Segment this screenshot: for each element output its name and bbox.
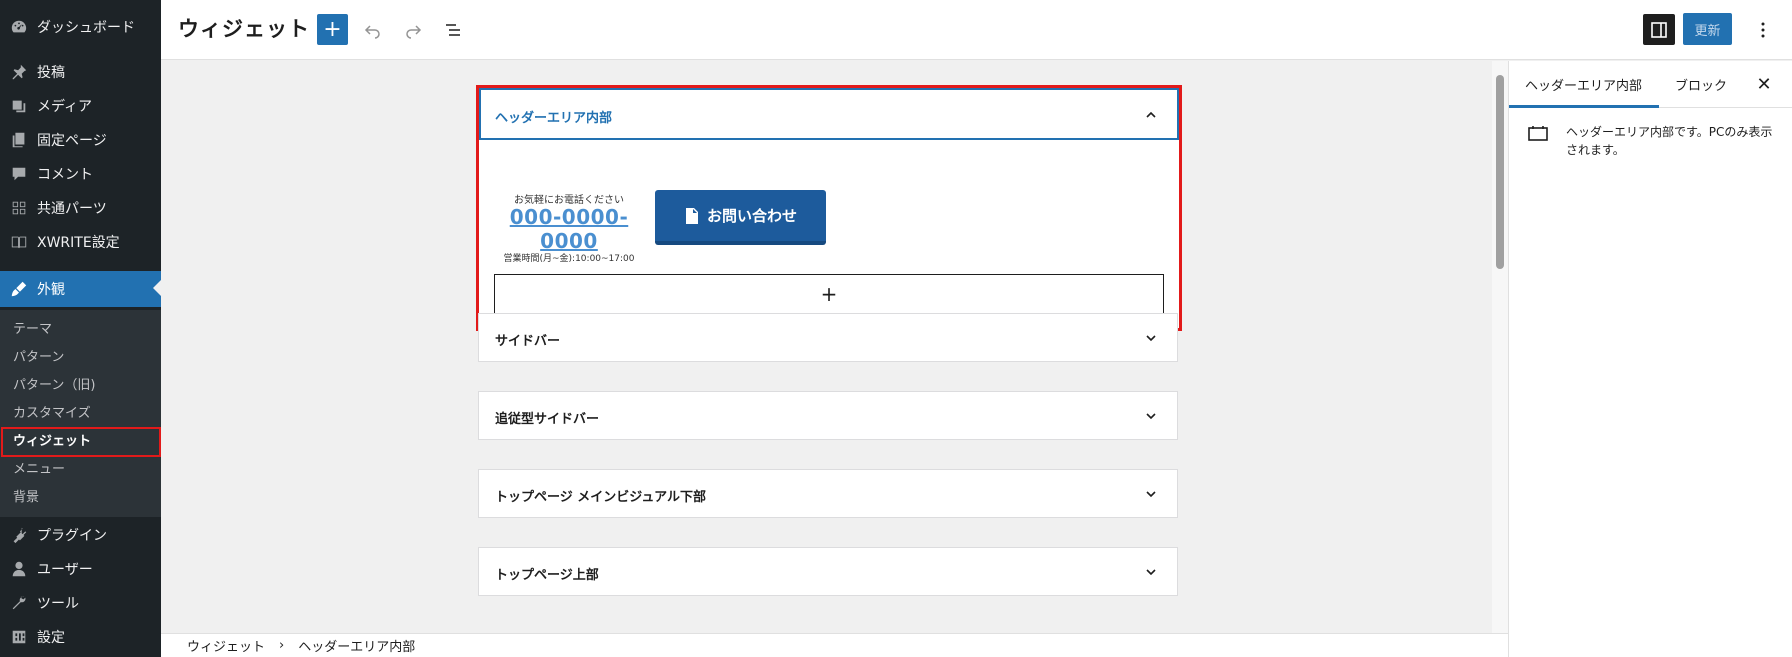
- submenu-patterns-legacy[interactable]: パターン（旧): [13, 372, 95, 394]
- menu-xwrite[interactable]: XWRITE設定: [0, 225, 161, 259]
- settings-panel-toggle[interactable]: [1643, 14, 1675, 45]
- chevron-up-icon: [1146, 111, 1156, 118]
- widget-area-sticky-sidebar[interactable]: 追従型サイドバー: [478, 391, 1178, 440]
- menu-dashboard[interactable]: ダッシュボード: [0, 10, 161, 44]
- submenu-patterns[interactable]: パターン: [13, 344, 64, 366]
- page-icon: [9, 130, 29, 150]
- settings-panel: ヘッダーエリア内部 ブロック ✕ ヘッダーエリア内部です。PCのみ表示されます。: [1508, 61, 1792, 657]
- menu-tools[interactable]: ツール: [0, 586, 161, 620]
- book-icon: [9, 232, 29, 252]
- tab-block[interactable]: ブロック: [1675, 61, 1727, 108]
- vertical-ellipsis-icon: [1761, 22, 1765, 37]
- widget-area-title: トップページ メインビジュアル下部: [495, 490, 706, 505]
- menu-label: ツール: [37, 596, 79, 612]
- menu-label: 投稿: [37, 65, 65, 81]
- submenu-menus[interactable]: メニュー: [13, 456, 65, 478]
- wrench-icon: [9, 593, 29, 613]
- panel-tabs: ヘッダーエリア内部 ブロック ✕: [1509, 61, 1792, 108]
- chevron-down-icon: [1146, 335, 1156, 342]
- chevron-down-icon: [1146, 491, 1156, 498]
- breadcrumb-widgets[interactable]: ウィジェット: [187, 636, 265, 655]
- add-block-button[interactable]: +: [317, 14, 348, 45]
- menu-label: ダッシュボード: [37, 20, 135, 36]
- menu-label: XWRITE設定: [37, 235, 120, 251]
- sidebar-panel-icon: [1651, 21, 1667, 38]
- contact-button-label: お問い合わせ: [706, 207, 797, 225]
- undo-button[interactable]: [357, 14, 388, 45]
- admin-sidebar: ダッシュボード 投稿 メディア 固定ページ コメント 共通パーツ XWRITE設…: [0, 0, 161, 657]
- widget-area-title: 追従型サイドバー: [495, 412, 600, 427]
- menu-media[interactable]: メディア: [0, 89, 161, 123]
- document-icon: [685, 207, 698, 224]
- menu-appearance[interactable]: 外観: [0, 271, 161, 307]
- editor-header: ウィジェット + 更新: [161, 0, 1792, 60]
- menu-common-parts[interactable]: 共通パーツ: [0, 191, 161, 225]
- menu-label: 設定: [37, 630, 65, 646]
- menu-pages[interactable]: 固定ページ: [0, 123, 161, 157]
- media-icon: [9, 96, 29, 116]
- submenu-background[interactable]: 背景: [13, 484, 39, 506]
- phone-number-link[interactable]: 000-0000-0000: [493, 205, 645, 253]
- update-button[interactable]: 更新: [1683, 13, 1732, 45]
- phone-widget: お気軽にお電話ください 000-0000-0000 営業時間(月~金):10:0…: [493, 191, 645, 264]
- widget-area-description: ヘッダーエリア内部です。PCのみ表示されます。: [1566, 125, 1773, 157]
- breadcrumb-separator: ›: [279, 638, 285, 653]
- redo-icon: [405, 24, 421, 39]
- menu-posts[interactable]: 投稿: [0, 55, 161, 89]
- chevron-down-icon: [1146, 413, 1156, 420]
- dashboard-icon: [9, 17, 29, 37]
- menu-label: ユーザー: [37, 562, 93, 578]
- menu-label: 外観: [37, 282, 65, 298]
- breadcrumb-current[interactable]: ヘッダーエリア内部: [298, 636, 415, 655]
- active-tab-indicator: [1509, 105, 1659, 108]
- widget-area-title: トップページ上部: [495, 568, 599, 583]
- comment-icon: [9, 164, 29, 184]
- widget-area-top-main-visual[interactable]: トップページ メインビジュアル下部: [478, 469, 1178, 518]
- menu-label: 共通パーツ: [37, 201, 107, 217]
- widget-area-title: ヘッダーエリア内部: [495, 111, 613, 126]
- menu-comments[interactable]: コメント: [0, 157, 161, 191]
- menu-users[interactable]: ユーザー: [0, 552, 161, 586]
- tab-widget-area[interactable]: ヘッダーエリア内部: [1525, 61, 1642, 108]
- widget-area-header-inner[interactable]: ヘッダーエリア内部 お気軽にお電話ください 000-0000-0000 営業時間…: [476, 85, 1182, 331]
- chevron-down-icon: [1146, 569, 1156, 576]
- scrollbar-thumb[interactable]: [1496, 75, 1504, 269]
- plugin-icon: [9, 525, 29, 545]
- submenu-theme[interactable]: テーマ: [13, 316, 52, 338]
- user-icon: [9, 559, 29, 579]
- widget-area-title: サイドバー: [495, 334, 561, 349]
- undo-icon: [364, 24, 380, 39]
- more-options-button[interactable]: [1751, 14, 1775, 45]
- brush-icon: [9, 279, 29, 299]
- widget-area-toggle[interactable]: ヘッダーエリア内部: [479, 88, 1179, 140]
- menu-label: メディア: [37, 99, 93, 115]
- breadcrumb: ウィジェット › ヘッダーエリア内部: [161, 633, 1508, 657]
- menu-label: プラグイン: [37, 528, 107, 544]
- appearance-submenu: テーマ パターン パターン（旧) カスタマイズ ウィジェット メニュー 背景: [0, 310, 161, 517]
- widget-area-top-page-upper[interactable]: トップページ上部: [478, 547, 1178, 596]
- menu-label: コメント: [37, 167, 93, 183]
- list-view-icon: [445, 23, 460, 36]
- widget-area-icon: [1528, 126, 1548, 141]
- menu-label: 固定ページ: [37, 133, 107, 149]
- submenu-customize[interactable]: カスタマイズ: [13, 400, 91, 422]
- menu-plugins[interactable]: プラグイン: [0, 518, 161, 552]
- menu-settings[interactable]: 設定: [0, 620, 161, 654]
- page-title: ウィジェット: [178, 17, 310, 41]
- close-panel-button[interactable]: ✕: [1753, 73, 1775, 95]
- redo-button[interactable]: [397, 14, 428, 45]
- widget-area-sidebar[interactable]: サイドバー: [478, 313, 1178, 362]
- list-view-button[interactable]: [437, 14, 468, 45]
- phone-lead-text: お気軽にお電話ください: [514, 195, 624, 206]
- settings-icon: [9, 627, 29, 647]
- canvas-scrollbar[interactable]: [1492, 61, 1508, 633]
- block-appender-button[interactable]: +: [494, 274, 1164, 314]
- pin-icon: [9, 62, 29, 82]
- widget-canvas: ヘッダーエリア内部 お気軽にお電話ください 000-0000-0000 営業時間…: [161, 61, 1492, 633]
- blocks-icon: [9, 198, 29, 218]
- contact-button[interactable]: お問い合わせ: [655, 190, 826, 245]
- widgets-highlight-box: [1, 427, 161, 457]
- business-hours-text: 営業時間(月~金):10:00~17:00: [503, 254, 635, 264]
